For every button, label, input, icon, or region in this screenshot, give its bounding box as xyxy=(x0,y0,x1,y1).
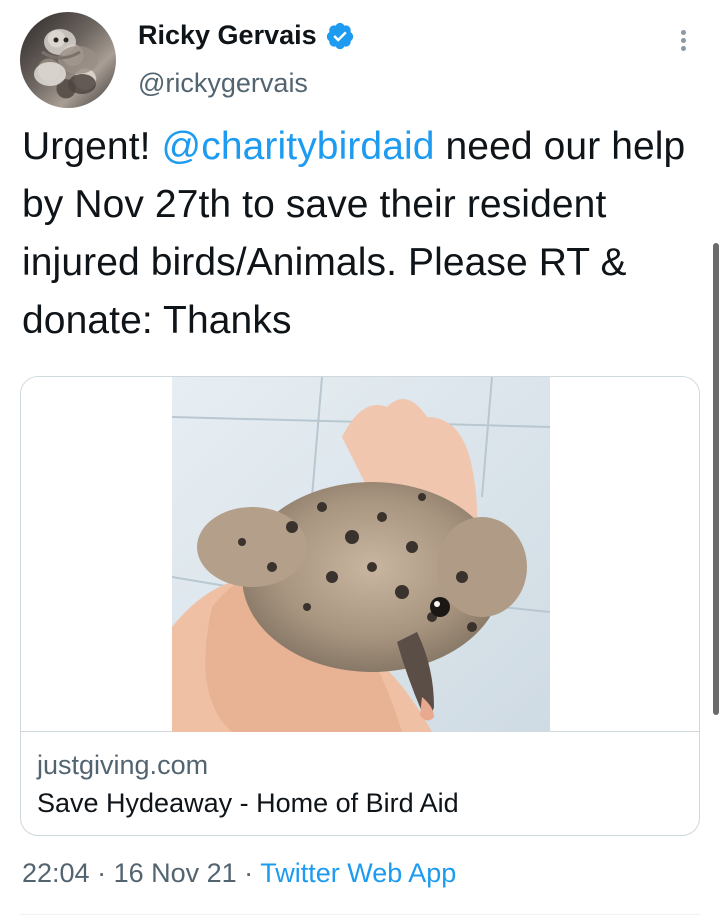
card-title: Save Hydeaway - Home of Bird Aid xyxy=(37,788,459,818)
avatar[interactable] xyxy=(20,12,116,108)
tweet-timestamp-row: 22:04 · 16 Nov 21 · Twitter Web App xyxy=(22,858,456,889)
card-domain: justgiving.com xyxy=(37,750,209,780)
mention-link[interactable]: @charitybirdaid xyxy=(162,125,435,168)
card-meta: justgiving.com Save Hydeaway - Home of B… xyxy=(37,747,677,821)
card-image-area[interactable] xyxy=(21,377,699,732)
verified-badge-icon xyxy=(325,21,355,51)
divider xyxy=(20,914,700,915)
scrollbar[interactable] xyxy=(713,243,719,715)
tweet-time[interactable]: 22:04 xyxy=(22,858,90,888)
more-options-icon[interactable] xyxy=(676,26,692,56)
author-handle[interactable]: @rickygervais xyxy=(138,68,308,99)
avatar-photo xyxy=(34,29,98,94)
author-display-name[interactable]: Ricky Gervais xyxy=(138,20,317,51)
tweet: Ricky Gervais @rickygervais Urgent! @cha… xyxy=(0,0,720,919)
tweet-text: Urgent! @charitybirdaid need our help by… xyxy=(22,118,702,350)
tweet-text-start: Urgent! xyxy=(22,125,162,168)
link-card[interactable]: justgiving.com Save Hydeaway - Home of B… xyxy=(20,376,700,836)
separator: · xyxy=(236,858,261,888)
tweet-date[interactable]: 16 Nov 21 xyxy=(114,858,237,888)
bird-chick-photo xyxy=(172,377,550,732)
tweet-source-link[interactable]: Twitter Web App xyxy=(260,858,456,888)
author-name-row[interactable]: Ricky Gervais xyxy=(138,20,355,51)
separator: · xyxy=(89,858,114,888)
